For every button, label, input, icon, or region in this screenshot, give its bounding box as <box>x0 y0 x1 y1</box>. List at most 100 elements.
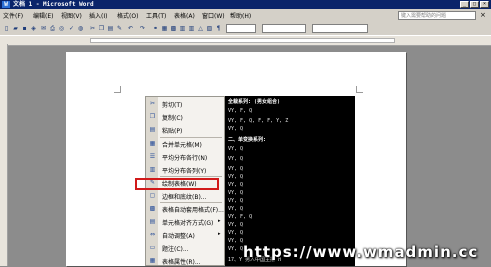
redo-icon[interactable]: ↷ <box>138 24 147 33</box>
watermark: https://www.wmadmin.cc <box>243 243 479 261</box>
margin-corner-mark <box>356 86 363 93</box>
document-line: VY, F, Q <box>228 108 253 114</box>
context-menu-label: 平均分布各行(N) <box>162 155 208 162</box>
context-menu-item[interactable]: ❐ 复制(C) <box>147 110 224 123</box>
context-menu-label: 题注(C)... <box>162 246 189 253</box>
context-menu-label: 自动调整(A) <box>162 233 195 240</box>
menu-separator <box>160 202 222 203</box>
context-menu-label: 表格自动套用格式(F)... <box>162 207 224 214</box>
hyperlink-icon[interactable]: ⚭ <box>151 24 160 33</box>
autofit-icon: ⇔ <box>149 231 156 238</box>
open-icon[interactable]: ▰ <box>11 24 20 33</box>
showhide-icon[interactable]: ¶ <box>214 24 223 33</box>
table-icon[interactable]: ▦ <box>160 24 169 33</box>
excel-icon[interactable]: ▥ <box>178 24 187 33</box>
submenu-arrow-icon: ▸ <box>218 231 221 237</box>
margin-corner-mark <box>114 86 121 93</box>
document-line: VY, Q <box>228 246 244 252</box>
menu-view[interactable]: 视图(V) <box>61 11 82 20</box>
word-icon: W <box>2 1 10 8</box>
drawing-icon[interactable]: △ <box>196 24 205 33</box>
document-line: VY, Q <box>228 126 244 132</box>
copy-icon: ❐ <box>149 113 156 120</box>
horizontal-ruler[interactable] <box>0 35 491 46</box>
menu-window[interactable]: 窗口(W) <box>202 11 225 20</box>
paste-icon[interactable]: ▤ <box>106 24 115 33</box>
undo-icon[interactable]: ↶ <box>126 24 135 33</box>
cut-icon[interactable]: ✂ <box>88 24 97 33</box>
context-menu-item[interactable]: ▥ 平均分布各列(Y) <box>147 163 224 176</box>
copy-icon[interactable]: ❐ <box>97 24 106 33</box>
context-menu-item[interactable]: ▦ 合并单元格(M) <box>147 137 224 150</box>
scissors-icon: ✂ <box>149 100 156 107</box>
close-window-button[interactable]: × <box>480 1 489 8</box>
context-menu-item[interactable]: ▤ 单元格对齐方式(G) ▸ <box>147 215 224 228</box>
menu-table[interactable]: 表格(A) <box>174 11 195 20</box>
document-line: 全裁系列: (男女组合) <box>228 99 281 105</box>
menu-format[interactable]: 格式(O) <box>117 11 138 20</box>
format-painter-icon[interactable]: ✎ <box>115 24 124 33</box>
menu-file[interactable]: 文件(F) <box>3 11 23 20</box>
menu-insert[interactable]: 插入(I) <box>89 11 107 20</box>
window-title: 文档 1 - Microsoft Word <box>13 1 94 8</box>
ruler-text-area <box>90 38 395 43</box>
email-icon[interactable]: ✉ <box>39 24 48 33</box>
insert-table-icon[interactable]: ▩ <box>169 24 178 33</box>
save-icon[interactable]: ▪ <box>20 24 29 33</box>
document-line: VY, Q <box>228 146 244 152</box>
context-menu-item[interactable]: ☰ 平均分布各行(N) <box>147 150 224 163</box>
columns-icon[interactable]: ▥ <box>187 24 196 33</box>
context-menu-label: 粘贴(P) <box>162 128 183 135</box>
document-line: VY, Q <box>228 230 244 236</box>
menu-tools[interactable]: 工具(T) <box>146 11 166 20</box>
context-menu-item[interactable]: ▤ 粘贴(P) <box>147 123 224 136</box>
style-select[interactable] <box>262 24 306 33</box>
document-line: VY, Q <box>228 238 244 244</box>
zoom-select[interactable] <box>226 24 256 33</box>
menu-edit[interactable]: 编辑(E) <box>33 11 53 20</box>
document-line: VY, Q <box>228 166 244 172</box>
menu-separator <box>160 137 222 138</box>
close-document-icon[interactable]: × <box>480 12 486 19</box>
paste-icon: ▤ <box>149 126 156 133</box>
context-menu-label: 边框和底纹(B)... <box>162 194 207 201</box>
context-menu-label: 合并单元格(M) <box>162 142 202 149</box>
window-controls: _ □ × <box>460 1 489 8</box>
context-menu-item[interactable]: ▢ 边框和底纹(B)... <box>147 189 224 202</box>
document-line: VY, Q <box>228 222 244 228</box>
context-menu-item[interactable]: ▩ 表格自动套用格式(F)... <box>147 202 224 215</box>
document-line: VY, Q <box>228 182 244 188</box>
context-menu-label: 单元格对齐方式(G) <box>162 220 214 227</box>
context-menu-item[interactable]: ▦ 表格属性(R)... <box>147 254 224 267</box>
new-icon[interactable]: ▯ <box>2 24 11 33</box>
document-line: VY, Q <box>228 190 244 196</box>
minimize-button[interactable]: _ <box>460 1 469 8</box>
highlight-box <box>135 178 219 190</box>
maximize-button[interactable]: □ <box>470 1 479 8</box>
merge-cells-icon: ▦ <box>149 140 156 147</box>
document-line: VY, Q <box>228 206 244 212</box>
context-menu-item[interactable]: ▭ 题注(C)... <box>147 241 224 254</box>
context-menu-label: 复制(C) <box>162 115 183 122</box>
permission-icon[interactable]: ◈ <box>29 24 38 33</box>
context-menu-label: 表格属性(R)... <box>162 259 201 266</box>
menu-separator <box>160 176 222 177</box>
print-icon[interactable]: ⎙ <box>48 24 57 33</box>
document-line: VY, Q <box>228 174 244 180</box>
vertical-ruler[interactable] <box>0 44 8 266</box>
document-line: VY, Q <box>228 156 244 162</box>
context-menu-item[interactable]: ✂ 剪切(T) <box>147 97 224 110</box>
autoformat-icon: ▩ <box>149 205 156 212</box>
spelling-icon[interactable]: ✓ <box>67 24 76 33</box>
font-select[interactable] <box>312 24 368 33</box>
context-menu-item[interactable]: ⇔ 自动调整(A) ▸ <box>147 228 224 241</box>
menu-help[interactable]: 帮助(H) <box>230 11 251 20</box>
document-line: VY, Q <box>228 198 244 204</box>
docmap-icon[interactable]: ▧ <box>205 24 214 33</box>
distribute-rows-icon: ☰ <box>149 153 156 160</box>
preview-icon[interactable]: ◎ <box>57 24 66 33</box>
submenu-arrow-icon: ▸ <box>218 218 221 224</box>
distribute-columns-icon: ▥ <box>149 166 156 173</box>
research-icon[interactable]: ◍ <box>76 24 85 33</box>
help-search-input[interactable]: 键入需要帮助的问题 <box>398 11 476 20</box>
